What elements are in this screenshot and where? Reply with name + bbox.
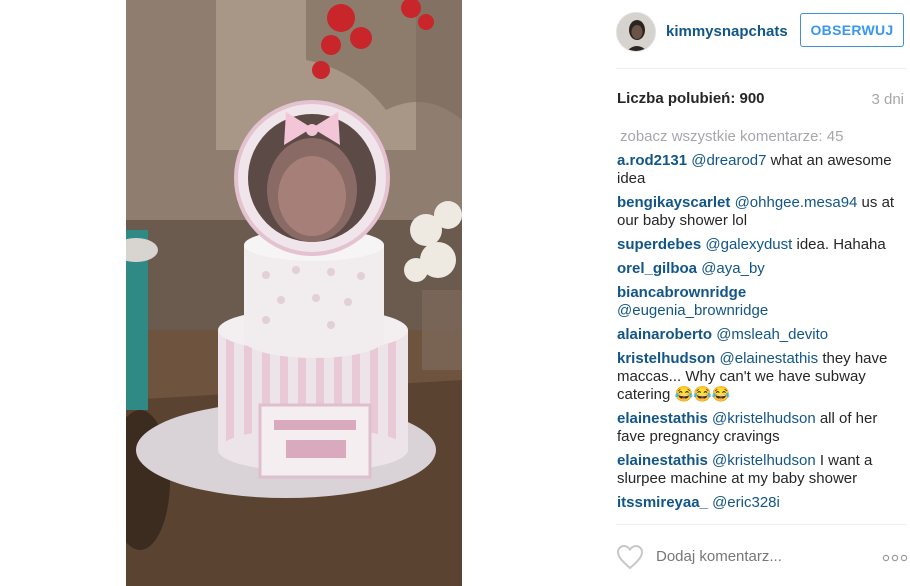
- comment-username[interactable]: bengikayscarlet: [617, 194, 730, 211]
- comment-username[interactable]: superdebes: [617, 236, 701, 253]
- comment-item: elainestathis @kristelhudson all of her …: [617, 410, 899, 446]
- post-age[interactable]: 3 dni: [871, 91, 904, 108]
- comment-item: alainaroberto @msleah_devito: [617, 326, 899, 344]
- comment-username[interactable]: biancabrownridge: [617, 284, 746, 301]
- post-header: kimmysnapchats OBSERWUJ: [616, 10, 910, 56]
- comment-username[interactable]: orel_gilboa: [617, 260, 697, 277]
- avatar-image: [617, 13, 655, 51]
- comment-mention[interactable]: @eugenia_brownridge: [617, 302, 768, 319]
- footer-divider: [616, 524, 906, 525]
- follow-button[interactable]: OBSERWUJ: [800, 13, 904, 47]
- comment-item: a.rod2131 @drearod7 what an awesome idea: [617, 152, 899, 188]
- comment-item: superdebes @galexydust idea. Hahaha: [617, 236, 899, 254]
- header-divider: [616, 68, 906, 69]
- comment-mention[interactable]: @drearod7: [691, 152, 766, 169]
- comment-mention[interactable]: @kristelhudson: [712, 452, 816, 469]
- post-footer: Dodaj komentarz...: [616, 538, 910, 574]
- comment-mention[interactable]: @elainestathis: [720, 350, 819, 367]
- heart-icon[interactable]: [616, 544, 644, 570]
- comment-mention[interactable]: @galexydust: [705, 236, 792, 253]
- username-link[interactable]: kimmysnapchats: [666, 23, 788, 40]
- likes-count[interactable]: Liczba polubień: 900: [617, 90, 765, 107]
- comment-item: kristelhudson @elainestathis they have m…: [617, 350, 899, 404]
- comment-mention[interactable]: @ohhgee.mesa94: [735, 194, 858, 211]
- comment-username[interactable]: a.rod2131: [617, 152, 687, 169]
- comment-username[interactable]: elainestathis: [617, 452, 708, 469]
- comment-mention[interactable]: @kristelhudson: [712, 410, 816, 427]
- comments-list[interactable]: zobacz wszystkie komentarze: 45 a.rod213…: [617, 128, 899, 522]
- comment-item: biancabrownridge @eugenia_brownridge: [617, 284, 899, 320]
- comment-username[interactable]: itssmireyaa_: [617, 494, 708, 511]
- post-side-panel: kimmysnapchats OBSERWUJ Liczba polubień:…: [604, 0, 910, 586]
- comment-mention[interactable]: @msleah_devito: [716, 326, 828, 343]
- comment-username[interactable]: alainaroberto: [617, 326, 712, 343]
- comment-item: elainestathis @kristelhudson I want a sl…: [617, 452, 899, 488]
- add-comment-input[interactable]: Dodaj komentarz...: [656, 548, 782, 565]
- comment-mention[interactable]: @eric328i: [712, 494, 780, 511]
- comment-item: orel_gilboa @aya_by: [617, 260, 899, 278]
- comment-username[interactable]: kristelhudson: [617, 350, 715, 367]
- comment-username[interactable]: elainestathis: [617, 410, 708, 427]
- comment-mention[interactable]: @aya_by: [701, 260, 765, 277]
- comment-item: itssmireyaa_ @eric328i: [617, 494, 899, 512]
- comment-item: bengikayscarlet @ohhgee.mesa94 us at our…: [617, 194, 899, 230]
- ellipsis-icon[interactable]: [882, 554, 908, 562]
- post-image[interactable]: [126, 0, 462, 586]
- avatar[interactable]: [616, 12, 656, 52]
- view-all-comments-link[interactable]: zobacz wszystkie komentarze: 45: [617, 128, 899, 146]
- comment-text: idea. Hahaha: [792, 236, 886, 253]
- cake-photo: [126, 0, 462, 586]
